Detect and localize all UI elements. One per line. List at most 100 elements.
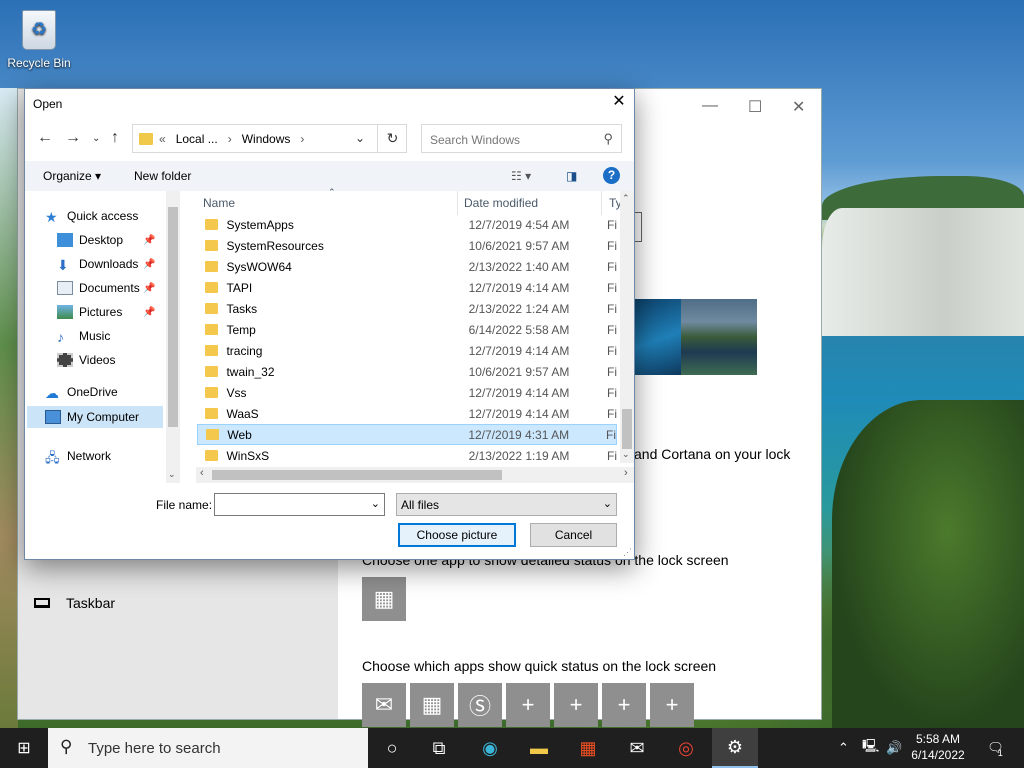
- cancel-button[interactable]: Cancel: [530, 523, 617, 547]
- close-button[interactable]: ✕: [792, 97, 805, 117]
- nav-item-videos[interactable]: Videos: [57, 353, 115, 367]
- scroll-left-arrow-icon[interactable]: ‹: [200, 467, 204, 479]
- choose-picture-button[interactable]: Choose picture: [398, 523, 516, 547]
- file-type-select[interactable]: All files ⌄: [396, 493, 617, 516]
- horizontal-scroll-thumb[interactable]: [212, 470, 502, 480]
- nav-item-onedrive[interactable]: ☁ OneDrive: [45, 385, 118, 401]
- file-row-tracing[interactable]: tracing 12/7/2019 4:14 AM Fi: [197, 340, 617, 361]
- nav-item-music[interactable]: ♪ Music: [57, 329, 110, 345]
- scroll-right-arrow-icon[interactable]: ›: [624, 467, 628, 479]
- column-divider[interactable]: [457, 191, 458, 215]
- nav-item-desktop[interactable]: Desktop 📌: [57, 233, 155, 247]
- notifications-button[interactable]: 🗨 1: [982, 728, 1008, 768]
- address-overflow[interactable]: «: [159, 132, 166, 146]
- add-app-tile[interactable]: +: [602, 683, 646, 727]
- refresh-button[interactable]: ↻: [377, 124, 407, 153]
- clock[interactable]: 5:58 AM 6/14/2022: [910, 731, 966, 763]
- chrome-taskbar-button[interactable]: ◎: [663, 728, 709, 768]
- file-row-web[interactable]: Web 12/7/2019 4:31 AM Fi: [197, 424, 617, 445]
- up-arrow-icon[interactable]: ↑: [111, 129, 119, 147]
- nav-scroll-thumb[interactable]: [168, 207, 178, 427]
- calendar-quick-tile[interactable]: ▦: [410, 683, 454, 727]
- file-explorer-taskbar-button[interactable]: ▬: [516, 728, 562, 768]
- file-row-syswow64[interactable]: SysWOW64 2/13/2022 1:40 AM Fi: [197, 256, 617, 277]
- plus-icon: +: [665, 692, 679, 717]
- file-row-tasks[interactable]: Tasks 2/13/2022 1:24 AM Fi: [197, 298, 617, 319]
- volume-tray-button[interactable]: 🔊: [886, 728, 902, 768]
- add-app-tile[interactable]: +: [650, 683, 694, 727]
- column-header-name[interactable]: Name: [203, 196, 235, 210]
- file-name-input[interactable]: ⌄: [214, 493, 385, 516]
- column-divider[interactable]: [601, 191, 602, 215]
- breadcrumb-chevron-icon[interactable]: ›: [228, 132, 232, 146]
- mail-taskbar-button[interactable]: ✉: [614, 728, 660, 768]
- folder-icon: [205, 366, 219, 377]
- preview-pane-icon[interactable]: ◨: [566, 169, 577, 183]
- settings-taskbar-button[interactable]: ⚙: [712, 728, 758, 768]
- start-button[interactable]: ⊞: [0, 728, 48, 768]
- breadcrumb-local[interactable]: Local ...: [176, 132, 218, 146]
- nav-pane-scrollbar[interactable]: ⌄: [166, 191, 180, 483]
- breadcrumb-windows[interactable]: Windows: [242, 132, 291, 146]
- nav-item-my-computer[interactable]: My Computer: [27, 406, 163, 428]
- file-type-value: All files: [401, 498, 440, 512]
- address-dropdown-icon[interactable]: ⌄: [355, 131, 365, 145]
- star-icon: ★: [45, 209, 58, 225]
- sidebar-item-label: Taskbar: [66, 595, 116, 611]
- breadcrumb-chevron-icon[interactable]: ›: [300, 132, 304, 146]
- help-icon[interactable]: ?: [603, 167, 620, 184]
- nav-item-network[interactable]: 🖧 Network: [45, 449, 111, 465]
- scroll-down-arrow-icon[interactable]: ⌄: [622, 449, 630, 460]
- nav-item-documents[interactable]: Documents 📌: [57, 281, 155, 295]
- show-hidden-icons-button[interactable]: ⌃: [838, 728, 849, 768]
- nav-item-quick-access[interactable]: ★ Quick access: [45, 209, 138, 225]
- add-app-tile[interactable]: +: [506, 683, 550, 727]
- minimize-button[interactable]: —: [702, 97, 718, 115]
- search-input[interactable]: Search Windows ⚲: [421, 124, 622, 153]
- mail-tile[interactable]: ✉: [362, 683, 406, 727]
- calendar-tile[interactable]: ▦: [362, 577, 406, 621]
- recent-locations-chevron-icon[interactable]: ⌄: [92, 133, 100, 144]
- file-type: Fi: [607, 385, 617, 400]
- add-app-tile[interactable]: +: [554, 683, 598, 727]
- file-list-scrollbar[interactable]: ⌃ ⌄: [620, 191, 634, 463]
- address-bar[interactable]: « Local ... › Windows › ⌄: [132, 124, 407, 153]
- nav-item-pictures[interactable]: Pictures 📌: [57, 305, 155, 319]
- file-row-temp[interactable]: Temp 6/14/2022 5:58 AM Fi: [197, 319, 617, 340]
- sidebar-item-taskbar[interactable]: Taskbar: [34, 595, 115, 611]
- notification-count: 1: [997, 748, 1003, 758]
- recycle-bin-shortcut[interactable]: Recycle Bin: [6, 6, 72, 70]
- file-name: twain_32: [226, 364, 275, 379]
- nav-item-label: My Computer: [67, 410, 140, 424]
- file-row-tapi[interactable]: TAPI 12/7/2019 4:14 AM Fi: [197, 277, 617, 298]
- new-folder-button[interactable]: New folder: [134, 169, 191, 183]
- file-row-twain-32[interactable]: twain_32 10/6/2021 9:57 AM Fi: [197, 361, 617, 382]
- horizontal-scrollbar[interactable]: ‹ ›: [196, 467, 634, 483]
- file-row-winsxs[interactable]: WinSxS 2/13/2022 1:19 AM Fi: [197, 445, 617, 466]
- network-tray-button[interactable]: 🖳: [862, 728, 879, 768]
- view-options-icon[interactable]: ☷ ▾: [511, 169, 531, 183]
- file-row-waas[interactable]: WaaS 12/7/2019 4:14 AM Fi: [197, 403, 617, 424]
- file-row-vss[interactable]: Vss 12/7/2019 4:14 AM Fi: [197, 382, 617, 403]
- scroll-down-arrow-icon[interactable]: ⌄: [168, 469, 176, 480]
- resize-grip-icon[interactable]: ⋰: [623, 547, 632, 558]
- column-header-date[interactable]: Date modified: [464, 196, 538, 210]
- nav-item-downloads[interactable]: ⬇ Downloads 📌: [57, 257, 155, 273]
- cortana-button[interactable]: ○: [369, 728, 415, 768]
- organize-button[interactable]: Organize ▾: [43, 169, 101, 183]
- store-taskbar-button[interactable]: ▦: [565, 728, 611, 768]
- maximize-button[interactable]: ☐: [748, 97, 762, 117]
- chevron-down-icon[interactable]: ⌄: [371, 497, 380, 510]
- taskbar-search-box[interactable]: ⚲ Type here to search: [48, 728, 368, 768]
- edge-taskbar-button[interactable]: ◉: [467, 728, 513, 768]
- scroll-up-arrow-icon[interactable]: ⌃: [622, 193, 630, 204]
- task-view-button[interactable]: ⧉: [416, 728, 462, 768]
- skype-tile[interactable]: Ⓢ: [458, 683, 502, 727]
- back-arrow-icon[interactable]: ←: [37, 129, 53, 147]
- dialog-close-button[interactable]: ✕: [609, 92, 629, 112]
- file-row-systemresources[interactable]: SystemResources 10/6/2021 9:57 AM Fi: [197, 235, 617, 256]
- forward-arrow-icon[interactable]: →: [65, 129, 81, 147]
- lockscreen-thumbnail-lake[interactable]: [681, 299, 757, 375]
- file-scroll-thumb[interactable]: [622, 409, 632, 449]
- file-row-systemapps[interactable]: SystemApps 12/7/2019 4:54 AM Fi: [197, 214, 617, 235]
